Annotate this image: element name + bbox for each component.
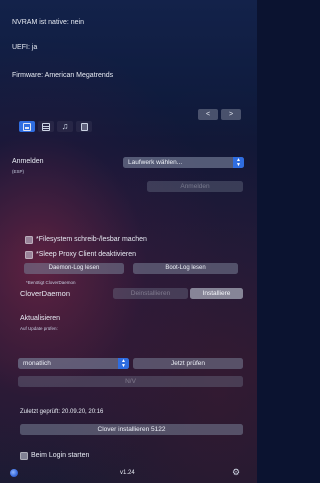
install-daemon-button[interactable]: Installiere [190,288,243,299]
boot-log-button[interactable]: Boot-Log lesen [133,263,238,274]
update-heading: Aktualisieren [20,315,61,322]
last-checked-text: Zuletzt geprüft: 20.09.20, 20:16 [20,409,104,415]
previous-button[interactable]: < [198,109,218,120]
sleep-proxy-label: *Sleep Proxy Client deaktivieren [36,251,136,258]
clover-configurator-panel: NVRAM ist native: nein UEFI: ja Firmware… [0,0,257,483]
install-clover-button[interactable]: Clover installieren 5122 [20,424,243,435]
mount-sublabel: (ESP) [12,169,25,174]
na-field: N/V [18,376,243,387]
document-icon [80,122,88,131]
filesystem-checkbox[interactable] [25,236,33,244]
tab-bar: ♫ [19,121,92,132]
version-label: v1.24 [120,470,135,476]
daemon-log-button[interactable]: Daemon-Log lesen [24,263,124,274]
login-start-checkbox[interactable] [20,452,28,460]
tab-disk[interactable] [19,121,35,132]
select-arrows-icon: ▲ ▼ [118,358,129,369]
uninstall-daemon-button[interactable]: Deinstallieren [113,288,188,299]
update-subheading: Auf Update prüfen: [20,326,58,331]
tab-table[interactable] [38,121,54,132]
select-arrows-icon: ▲ ▼ [233,157,244,168]
update-frequency-select[interactable]: monatlich ▲ ▼ [18,358,129,369]
firmware-info: Firmware: American Megatrends [12,72,114,79]
gear-icon[interactable]: ⚙ [232,467,240,477]
daemon-label: CloverDaemon [20,289,71,298]
drive-select-value: Laufwerk wählen... [128,159,183,166]
update-frequency-value: monatlich [23,360,51,367]
mount-button[interactable]: Anmelden [147,181,243,192]
filesystem-label: *Filesystem schreib-/lesbar machen [36,236,147,243]
drive-select[interactable]: Laufwerk wählen... ▲ ▼ [123,157,244,168]
sleep-proxy-checkbox[interactable] [25,251,33,259]
music-note-icon: ♫ [61,121,69,131]
nvram-info: NVRAM ist native: nein [12,19,84,26]
uefi-info: UEFI: ja [12,44,38,51]
next-button[interactable]: > [221,109,241,120]
login-start-label: Beim Login starten [31,452,90,459]
tab-music[interactable]: ♫ [57,121,73,132]
mount-label: Anmelden [12,158,44,165]
table-icon [42,122,50,131]
tab-document[interactable] [76,121,92,132]
daemon-note: *Benötigt CloverDaemon [26,280,76,285]
clover-logo-icon [10,469,18,477]
check-now-button[interactable]: Jetzt prüfen [133,358,243,369]
disk-icon [23,122,31,131]
